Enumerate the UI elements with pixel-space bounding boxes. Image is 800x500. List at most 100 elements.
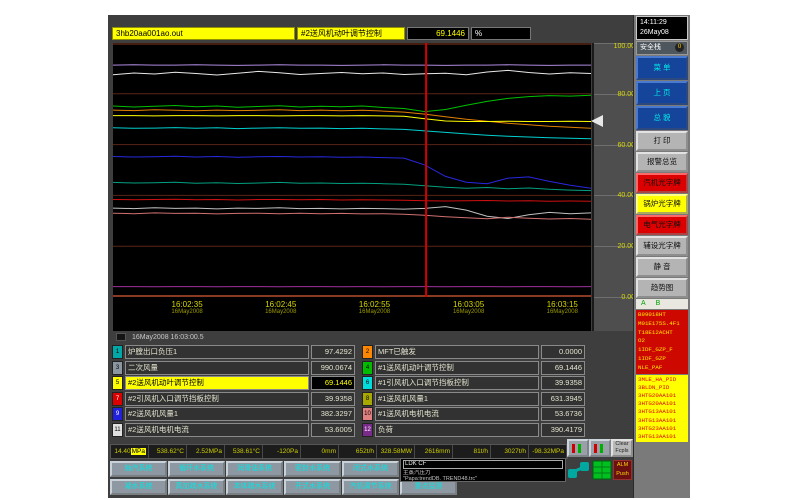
nav-button[interactable]: 润滑油系统 bbox=[226, 461, 283, 477]
alarm-tag[interactable]: T18E12ACHT bbox=[638, 329, 686, 338]
ab-indicator-strip: A B bbox=[636, 299, 688, 309]
x-axis-tick: 16:03:0516May2008 bbox=[441, 300, 497, 316]
x-axis-tick: 16:02:5516May2008 bbox=[346, 300, 402, 316]
trend-table-row[interactable]: 9#2送风机风量1382.3297 bbox=[112, 407, 360, 421]
sidebar-button[interactable]: 汽机光字牌 bbox=[636, 173, 688, 193]
x-axis-tick: 16:02:3516May2008 bbox=[159, 300, 215, 316]
alarm-push-button[interactable]: ALM Push bbox=[613, 460, 632, 480]
trend-series-white bbox=[113, 70, 591, 75]
nav-button[interactable]: 高加疏水系统 bbox=[168, 479, 225, 495]
status-value: -120Pa bbox=[263, 445, 301, 458]
trend-table-row[interactable]: 6#1引风机入口调节挡板控制39.9358 bbox=[362, 376, 590, 390]
sidebar-button[interactable]: 打 印 bbox=[636, 131, 688, 151]
status-value: 538.62°C bbox=[149, 445, 187, 458]
sidebar-button[interactable]: 静 音 bbox=[636, 257, 688, 277]
trend-point-name: 负荷 bbox=[375, 423, 539, 437]
alarm-tag[interactable]: 3HTG13AA101 bbox=[638, 408, 686, 416]
value-marker-triangle[interactable] bbox=[591, 115, 603, 127]
trend-point-value: 53.6736 bbox=[541, 407, 585, 421]
trend-point-name: #2送风机电机电流 bbox=[125, 423, 309, 437]
red-bar-icon bbox=[572, 444, 575, 453]
trend-point-name: #1送风机动叶调节控制 bbox=[375, 361, 539, 375]
trend-table-row[interactable]: 2MFT已触发0.0000 bbox=[362, 345, 590, 359]
alarm-tag[interactable]: 3BLDN_PID bbox=[638, 384, 686, 392]
dcs-trend-window: 3hb20aa001ao.out #2送风机动叶调节控制 69.1446 % 1… bbox=[108, 15, 690, 498]
sidebar-button[interactable]: 辅设光字牌 bbox=[636, 236, 688, 256]
series-color-swatch: 8 bbox=[362, 392, 373, 406]
indicator-b: B bbox=[656, 299, 661, 309]
trend-table-right: 2MFT已触发0.0000 4#1送风机动叶调节控制69.14466#1引风机入口… bbox=[362, 345, 590, 438]
trend-table-row[interactable]: 3二次风量990.0674 bbox=[112, 361, 360, 375]
alarm-tag[interactable]: 1IDF_GZP_F bbox=[638, 346, 686, 355]
sidebar: 14:11:29 26May08 安全栈 0 菜 单上 页总 貌打 印报警总览汽… bbox=[633, 15, 690, 498]
alarm-tag[interactable]: 3HTG23AA101 bbox=[638, 425, 686, 433]
alarm-tag[interactable]: M01E175S.4F1 bbox=[638, 320, 686, 329]
sidebar-button[interactable]: 电气光字牌 bbox=[636, 215, 688, 235]
cursor-timestamp: 16May2008 16:03:00.5 bbox=[132, 334, 204, 341]
nav-button[interactable]: 闭式水系统 bbox=[342, 461, 399, 477]
point-tag-field[interactable]: 3hb20aa001ao.out bbox=[112, 27, 295, 40]
process-status-bar: 14.40MPa538.62°C2.52MPa538.61°C-120Pa0mm… bbox=[110, 444, 568, 459]
x-axis-tick: 16:02:4516May2008 bbox=[253, 300, 309, 316]
nav-button[interactable]: 循环水系统 bbox=[168, 461, 225, 477]
trend-table-row[interactable]: 7#2引风机入口调节挡板控制39.9358 bbox=[112, 392, 360, 406]
trend-table-row[interactable]: 12负荷390.4179 bbox=[362, 423, 590, 437]
faceplate-title: LDK CF bbox=[403, 460, 563, 469]
security-value-icon: 0 bbox=[675, 43, 684, 52]
point-value-display: 69.1446 bbox=[407, 27, 469, 40]
nav-button[interactable]: 本体疏水系统 bbox=[226, 479, 283, 495]
alarm-tag-list-yellow: 3MLE_HA_PID3BLDN_PID3HTG20AA1013HTG20AA1… bbox=[636, 375, 688, 443]
trend-point-value: 990.0674 bbox=[311, 361, 355, 375]
sidebar-button[interactable]: 菜 单 bbox=[636, 56, 688, 80]
trend-series-teal bbox=[113, 182, 591, 190]
sidebar-button[interactable]: 报警总览 bbox=[636, 152, 688, 172]
trend-table-row[interactable]: 5#2送风机动叶调节控制69.1446 bbox=[112, 376, 360, 390]
point-title-field[interactable]: #2送风机动叶调节控制 bbox=[297, 27, 405, 40]
nav-button[interactable]: 密封水系统 bbox=[284, 461, 341, 477]
series-color-swatch: 2 bbox=[362, 345, 373, 359]
trend-table-row[interactable]: 4#1送风机动叶调节控制69.1446 bbox=[362, 361, 590, 375]
trend-point-name: #2引风机入口调节挡板控制 bbox=[125, 392, 309, 406]
trend-plot-area[interactable]: 16:02:3516May2008 16:02:4516May2008 16:02:… bbox=[113, 43, 591, 331]
trend-series-violet bbox=[113, 65, 591, 66]
alarm-tag[interactable]: 3HTG13AA101 bbox=[638, 417, 686, 425]
trend-table-row[interactable]: 11#2送风机电机电流53.6005 bbox=[112, 423, 360, 437]
alarm-tag[interactable]: 3HTG13AA101 bbox=[638, 433, 686, 441]
status-value: 3027t/h bbox=[491, 445, 529, 458]
sidebar-button[interactable]: 趋势图 bbox=[636, 278, 688, 298]
trend-table-row[interactable]: 8#1送风机风量1631.3945 bbox=[362, 392, 590, 406]
trend-table-left: 1炉膛出口负压197.4292 3二次风量990.06745#2送风机动叶调节控制… bbox=[112, 345, 360, 438]
security-level-box[interactable]: 安全栈 0 bbox=[636, 41, 688, 55]
nav-button[interactable]: 开式水系统 bbox=[284, 479, 341, 495]
nav-button[interactable]: 凝水系统 bbox=[110, 479, 167, 495]
faceplate-group-icon[interactable] bbox=[567, 460, 591, 480]
alarm-tag[interactable]: O2 bbox=[638, 337, 686, 346]
indicator-tile-1[interactable] bbox=[567, 439, 589, 457]
alarm-tag[interactable]: 3HTG20AA101 bbox=[638, 392, 686, 400]
trend-table-row[interactable]: 10#1送风机电机电流53.6736 bbox=[362, 407, 590, 421]
trend-point-value: 390.4179 bbox=[541, 423, 585, 437]
trend-grid-icon[interactable] bbox=[592, 460, 612, 480]
alarm-tag[interactable]: 3MLE_HA_PID bbox=[638, 376, 686, 384]
series-color-swatch: 10 bbox=[362, 407, 373, 421]
status-value: 14.40MPa bbox=[111, 445, 149, 458]
alarm-tag[interactable]: B99018HT bbox=[638, 311, 686, 320]
nav-button[interactable]: 抽汽系统 bbox=[110, 461, 167, 477]
alarm-tag[interactable]: 3HTG20AA101 bbox=[638, 400, 686, 408]
clear-faceplates-button[interactable]: Clear Fcpls bbox=[611, 439, 633, 457]
clock-date: 26May08 bbox=[640, 28, 684, 38]
series-color-swatch: 12 bbox=[362, 423, 373, 437]
indicator-tile-2[interactable] bbox=[589, 439, 611, 457]
trend-point-name: #2送风机风量1 bbox=[125, 407, 309, 421]
sidebar-button[interactable]: 锅炉光字牌 bbox=[636, 194, 688, 214]
trend-point-value: 97.4292 bbox=[311, 345, 355, 359]
sidebar-button[interactable]: 总 貌 bbox=[636, 106, 688, 130]
trend-table-row[interactable]: 1炉膛出口负压197.4292 bbox=[112, 345, 360, 359]
nav-button[interactable]: 汽机调节系统 bbox=[342, 479, 399, 495]
sidebar-button[interactable]: 上 页 bbox=[636, 81, 688, 105]
status-value: 81t/h bbox=[453, 445, 491, 458]
alarm-tag[interactable]: NLE_PAF bbox=[638, 364, 686, 373]
alarm-tag[interactable]: 1IDF_GZP bbox=[638, 355, 686, 364]
faceplate-panel: LDK CF 主蒸汽压力 "Papa:trendDB. TREND48.trc" bbox=[400, 458, 566, 482]
cursor-timestamp-row: 16May2008 16:03:00.5 bbox=[116, 333, 204, 342]
